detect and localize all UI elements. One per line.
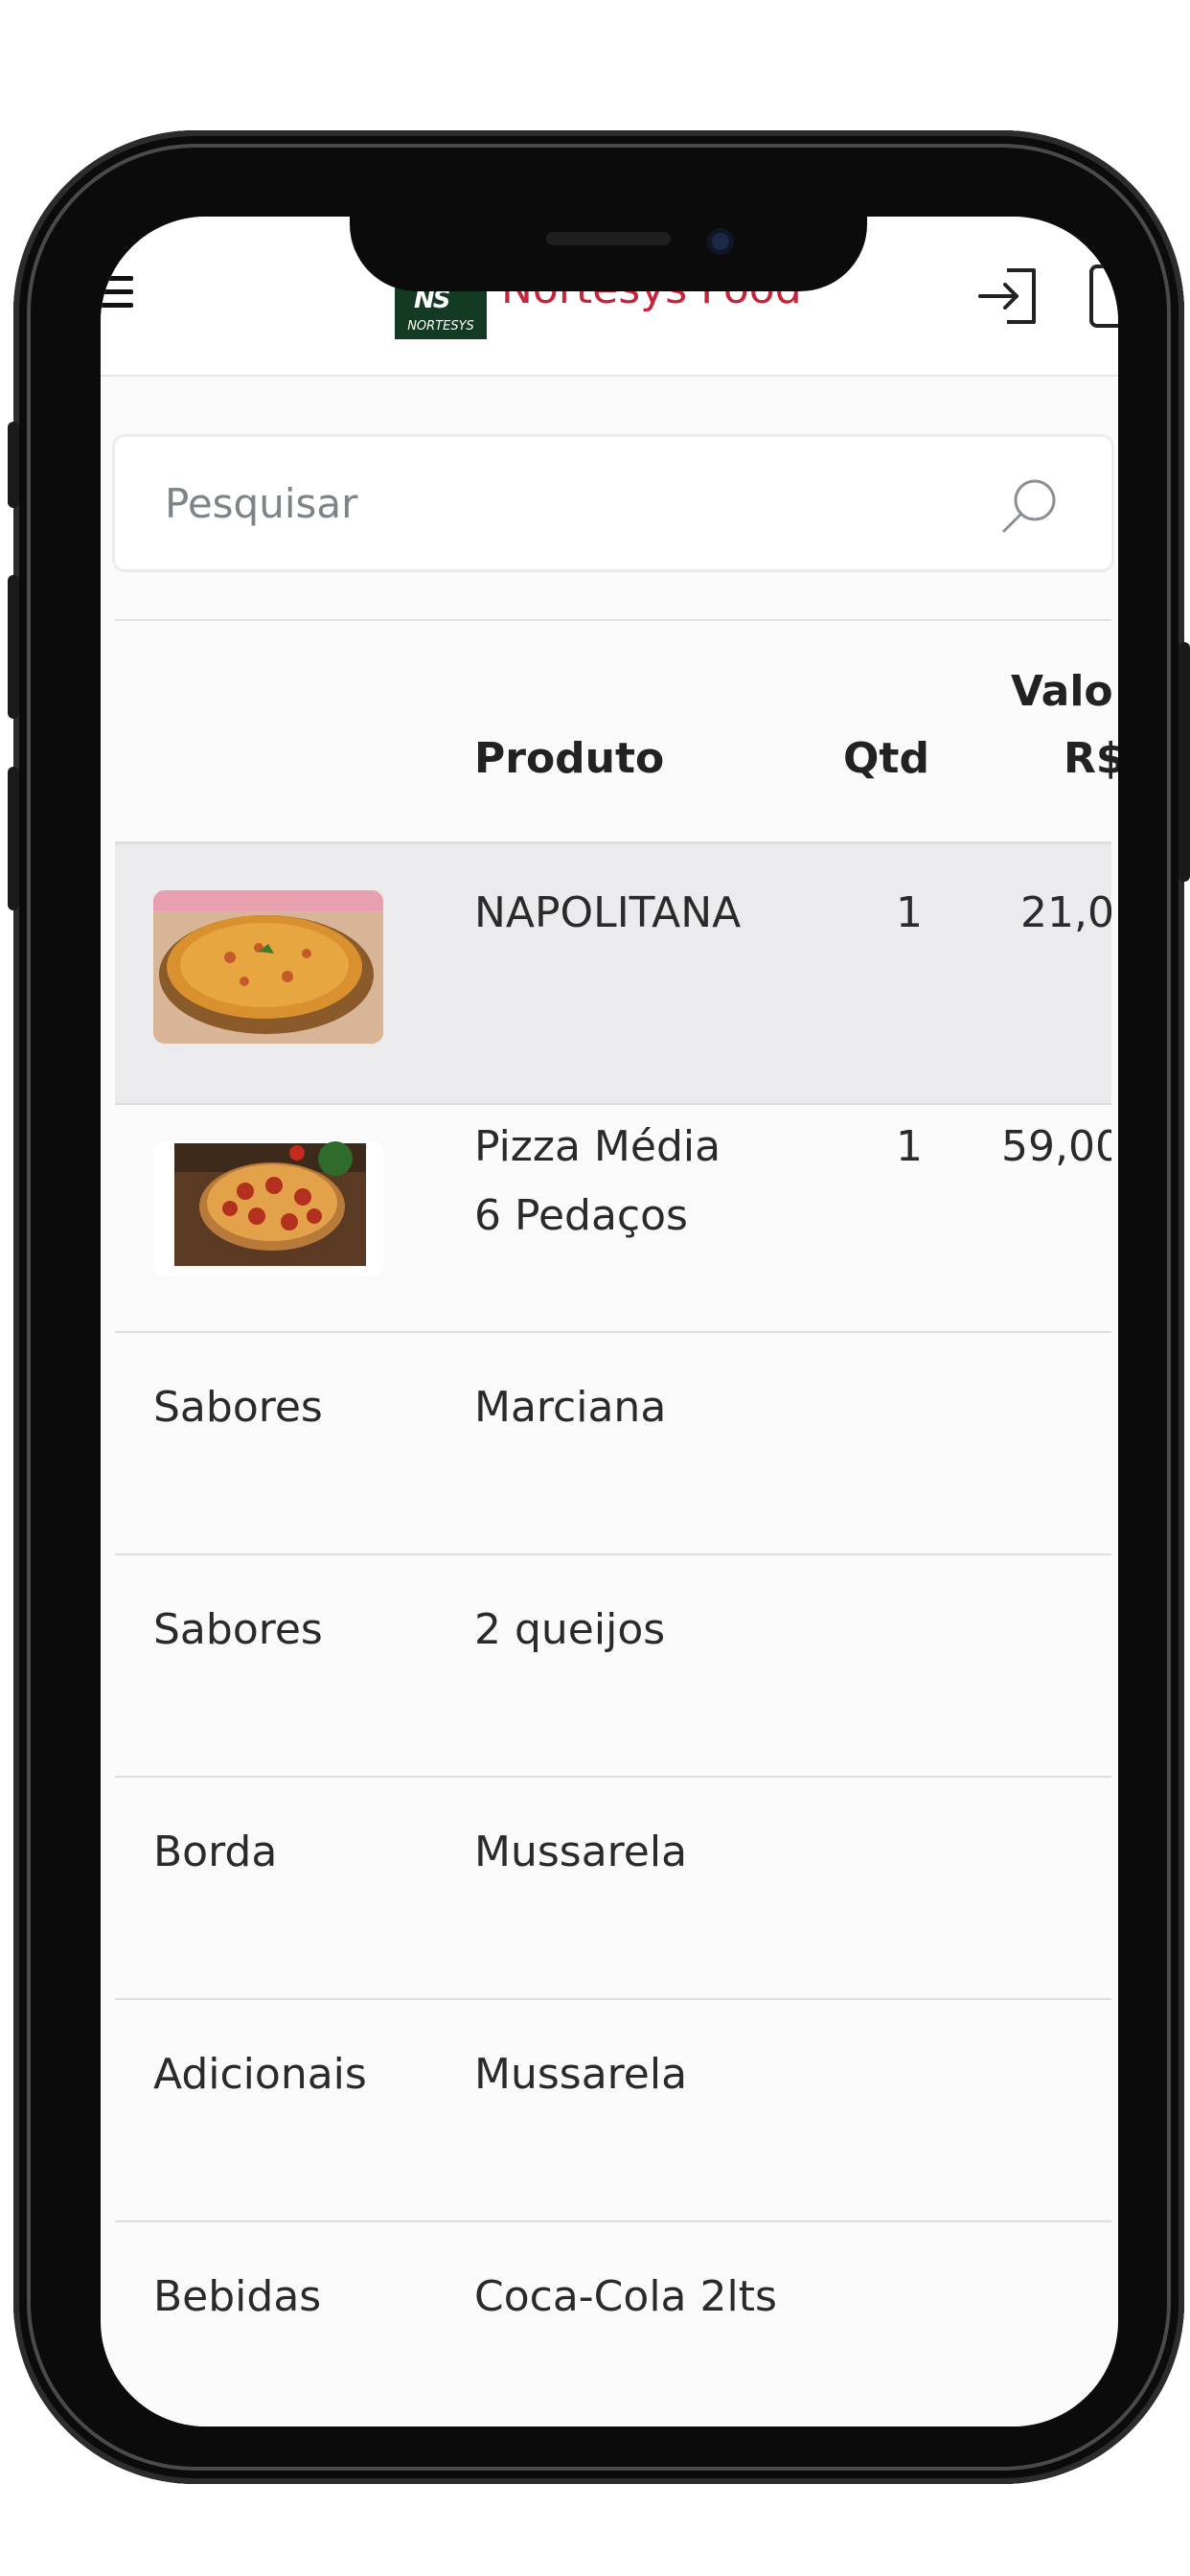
- phone-silent-switch: [8, 422, 19, 508]
- pizza-pepperoni-photo: [153, 1141, 383, 1276]
- pizza-napolitana-photo: [153, 890, 383, 1044]
- search-input[interactable]: [163, 473, 933, 533]
- cart-table: Produto Qtd Valo R$ NAPOLITANA 1 21,0 Pi…: [115, 619, 1118, 2426]
- phone-power-button: [1179, 642, 1190, 882]
- detail-value: Mussarela: [474, 1828, 688, 1876]
- search-box: [115, 437, 1111, 569]
- phone-volume-down: [8, 767, 19, 910]
- detail-value: Marciana: [474, 1383, 667, 1432]
- detail-value: Mussarela: [474, 2050, 688, 2099]
- table-row[interactable]: Pizza Média 6 Pedaços 1 59,00: [115, 1105, 1111, 1333]
- item-valor: 59,00: [1001, 1122, 1111, 1171]
- header-qtd: Qtd: [843, 734, 929, 783]
- header-valor-line2: R$: [1064, 734, 1118, 783]
- logo-text: NORTESYS: [407, 319, 474, 334]
- phone-volume-up: [8, 575, 19, 719]
- item-produto-line1: Pizza Média: [474, 1122, 721, 1171]
- detail-row: Bebidas Coca-Cola 2lts: [115, 2222, 1111, 2426]
- detail-label: Adicionais: [153, 2050, 367, 2099]
- detail-label: Borda: [153, 1828, 278, 1876]
- header-valor-line1: Valo: [1011, 667, 1113, 716]
- header-produto: Produto: [474, 734, 665, 783]
- cart-icon[interactable]: [1089, 264, 1118, 328]
- item-qtd: 1: [896, 888, 923, 937]
- item-produto: NAPOLITANA: [474, 888, 742, 937]
- detail-label: Sabores: [153, 1383, 323, 1432]
- detail-row: Borda Mussarela: [115, 1778, 1111, 2000]
- detail-row: Sabores Marciana: [115, 1333, 1111, 1555]
- item-valor: 21,00: [1020, 888, 1111, 937]
- detail-label: Bebidas: [153, 2272, 322, 2321]
- phone-speaker: [546, 232, 671, 245]
- brand-logo[interactable]: NS NORTESYS: [395, 284, 487, 339]
- detail-row: Sabores 2 queijos: [115, 1555, 1111, 1778]
- detail-row: Adicionais Mussarela: [115, 2000, 1111, 2222]
- app-screen: NS NORTESYS Nortesys Food Produto Qtd Va…: [101, 217, 1118, 2426]
- detail-value: 2 queijos: [474, 1605, 666, 1654]
- item-qtd: 1: [896, 1122, 923, 1171]
- detail-value: Coca-Cola 2lts: [474, 2272, 777, 2321]
- login-icon[interactable]: [974, 263, 1041, 330]
- phone-notch: [350, 217, 867, 291]
- item-produto-line2: 6 Pedaços: [474, 1191, 688, 1240]
- search-icon[interactable]: [996, 473, 1062, 539]
- table-row[interactable]: NAPOLITANA 1 21,00: [115, 844, 1111, 1105]
- detail-label: Sabores: [153, 1605, 323, 1654]
- table-header: Produto Qtd Valo R$: [115, 619, 1118, 844]
- phone-camera: [707, 228, 734, 255]
- menu-icon[interactable]: [101, 276, 139, 314]
